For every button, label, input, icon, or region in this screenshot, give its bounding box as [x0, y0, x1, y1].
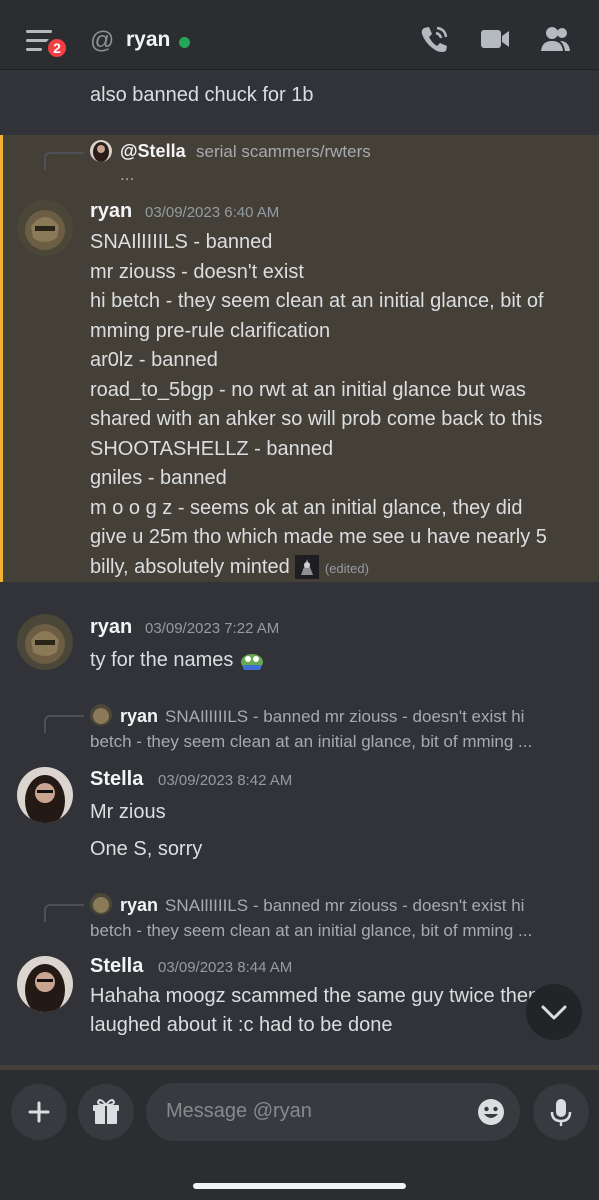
message-line: gniles - banned: [90, 467, 227, 489]
reply-snippet[interactable]: SNAIlIIIILS - banned mr ziouss - doesn't…: [165, 896, 524, 916]
edited-label: (edited): [324, 560, 369, 576]
mention-bar: [0, 135, 3, 582]
ryan-mini-avatar[interactable]: [90, 893, 112, 915]
reply-snippet[interactable]: betch - they seem clean at an initial gl…: [90, 921, 532, 941]
emoji-picker-icon[interactable]: [476, 1097, 506, 1127]
stella-avatar[interactable]: [17, 956, 73, 1012]
message-text: Hahaha moogz scammed the same guy twice …: [90, 985, 540, 1007]
message-input[interactable]: Message @ryan: [146, 1083, 520, 1141]
composer-bar: Message @ryan: [0, 1070, 599, 1200]
message-line: road_to_5bgp - no rwt at an initial glan…: [90, 378, 526, 401]
reply-connector: [44, 715, 84, 733]
reply-author[interactable]: @Stella: [120, 141, 186, 162]
online-status-dot: [179, 37, 190, 48]
stella-mini-avatar[interactable]: [90, 140, 112, 162]
microphone-icon: [550, 1099, 572, 1126]
message-line-text: ty for the names: [90, 649, 234, 671]
reply-snippet[interactable]: serial scammers/rwters: [196, 142, 371, 162]
channel-name[interactable]: ryan: [126, 28, 170, 52]
timestamp: 03/09/2023 8:42 AM: [158, 772, 293, 789]
message-line: billy, absolutely minted (edited): [90, 553, 547, 584]
ryan-avatar[interactable]: [17, 614, 73, 670]
ryan-mini-avatar[interactable]: [90, 704, 112, 726]
voice-message-button[interactable]: [533, 1084, 589, 1140]
member-list-icon[interactable]: [538, 24, 572, 54]
timestamp: 03/09/2023 8:44 AM: [158, 959, 293, 976]
message-line: ar0lz - banned: [90, 349, 218, 371]
message-text: One S, sorry: [90, 838, 203, 860]
author-name[interactable]: Stella: [90, 955, 143, 978]
gift-icon: [93, 1099, 119, 1124]
reply-snippet[interactable]: SNAIlIIIILS - banned mr ziouss - doesn't…: [165, 707, 524, 727]
message-text: ty for the names: [90, 646, 265, 676]
timestamp: 03/09/2023 6:40 AM: [145, 204, 280, 221]
message-list[interactable]: also banned chuck for 1b @Stella serial …: [0, 70, 599, 1070]
message-line: SNAIlIIIILS - banned: [90, 231, 273, 253]
video-call-icon[interactable]: [478, 24, 512, 54]
timestamp: 03/09/2023 7:22 AM: [145, 620, 280, 637]
at-icon: @: [90, 27, 115, 54]
reply-connector: [44, 904, 84, 922]
home-indicator: [193, 1183, 406, 1189]
message-text: also banned chuck for 1b: [90, 84, 314, 106]
gift-button[interactable]: [78, 1084, 134, 1140]
ryan-avatar[interactable]: [17, 200, 73, 256]
add-attachment-button[interactable]: [11, 1084, 67, 1140]
message-line: SHOOTASHELLZ - banned: [90, 437, 334, 460]
message-text: Mr zious: [90, 801, 166, 823]
message-text: laughed about it :c had to be done: [90, 1014, 393, 1036]
message-body: SNAIlIIIILS - banned mr ziouss - doesn't…: [90, 228, 547, 583]
message-placeholder: Message @ryan: [166, 1100, 312, 1122]
stella-avatar[interactable]: [17, 767, 73, 823]
message-line: hi betch - they seem clean at an initial…: [90, 290, 544, 312]
jump-to-bottom-button[interactable]: [526, 984, 582, 1040]
author-name[interactable]: ryan: [90, 200, 132, 223]
message-line: mming pre-rule clarification: [90, 319, 331, 342]
reply-author[interactable]: ryan: [120, 706, 158, 727]
plus-icon: [28, 1101, 50, 1123]
voice-call-icon[interactable]: [418, 24, 452, 54]
message-line: give u 25m tho which made me see u have …: [90, 526, 547, 548]
reply-connector: [44, 152, 84, 170]
notification-badge: 2: [45, 36, 69, 60]
chevron-down-icon: [541, 1005, 567, 1020]
pepe-emoji-icon[interactable]: [239, 651, 265, 671]
reply-snippet[interactable]: betch - they seem clean at an initial gl…: [90, 732, 532, 752]
message-line: shared with an ahker so will prob come b…: [90, 408, 543, 430]
reply-author[interactable]: ryan: [120, 895, 158, 916]
reply-more: ...: [120, 165, 135, 184]
message-line: mr ziouss - doesn't exist: [90, 260, 304, 283]
chat-header: 2 @ ryan: [0, 0, 599, 70]
author-name[interactable]: Stella: [90, 768, 143, 791]
author-name[interactable]: ryan: [90, 616, 132, 639]
custom-emoji-icon[interactable]: [295, 555, 320, 580]
message-line-text: billy, absolutely minted: [90, 555, 290, 578]
message-line: m o o g z - seems ok at an initial glanc…: [90, 496, 523, 519]
